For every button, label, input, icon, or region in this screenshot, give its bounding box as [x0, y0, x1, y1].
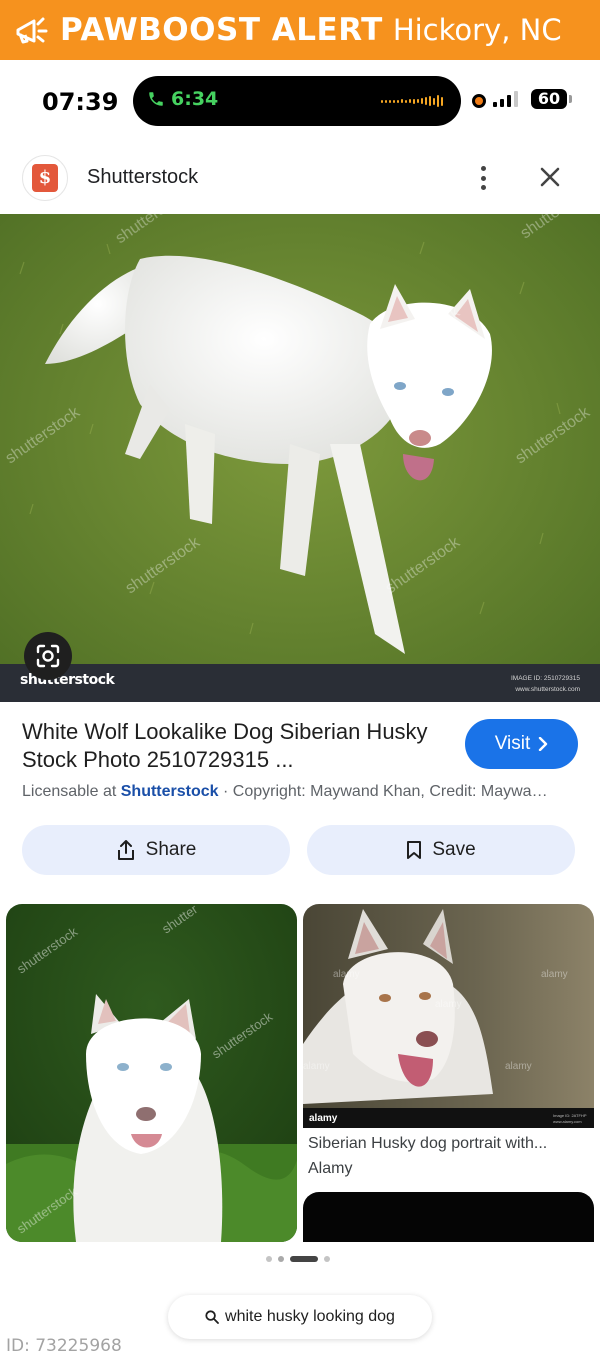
pawboost-banner: PAWBOOST ALERT Hickory, NC — [0, 0, 600, 60]
image-site: www.shutterstock.com — [515, 686, 580, 693]
svg-text:alamy: alamy — [541, 969, 568, 980]
svg-text:alamy: alamy — [435, 999, 462, 1010]
phone-icon — [149, 92, 163, 106]
license-credits: · Copyright: Maywand Khan, Credit: Maywa… — [218, 783, 548, 800]
shutterstock-icon[interactable]: $ — [22, 155, 68, 201]
share-label: Share — [145, 839, 197, 860]
svg-text:alamy: alamy — [309, 1113, 338, 1124]
bookmark-icon — [407, 841, 422, 859]
chevron-right-icon — [539, 737, 548, 751]
license-site-link[interactable]: Shutterstock — [121, 783, 219, 800]
pet-id: ID: 73225968 — [6, 1336, 122, 1356]
search-query-pill[interactable]: white husky looking dog — [168, 1295, 432, 1339]
audio-waveform-icon — [381, 95, 443, 107]
related-image-1[interactable]: shutterstock shutter shutterstock shutte… — [6, 904, 297, 1242]
related-2-source: Alamy — [308, 1160, 353, 1177]
battery-level: 60 — [537, 89, 561, 108]
recording-dot-icon — [472, 94, 486, 108]
banner-title: PAWBOOST ALERT — [60, 12, 383, 48]
search-icon — [205, 1310, 219, 1324]
save-button[interactable]: Save — [307, 825, 575, 875]
image-footer: shutterstock IMAGE ID: 2510729315 www.sh… — [0, 664, 600, 702]
search-query: white husky looking dog — [225, 1308, 395, 1325]
svg-text:www.alamy.com: www.alamy.com — [553, 1119, 582, 1124]
visit-button[interactable]: Visit — [465, 719, 578, 769]
close-icon[interactable] — [536, 163, 564, 191]
related-2-title[interactable]: Siberian Husky dog portrait with... — [308, 1135, 590, 1153]
signal-icon — [493, 91, 518, 107]
related-image-3[interactable] — [303, 1192, 594, 1242]
pager-dot-active — [290, 1256, 318, 1262]
lens-search-button[interactable] — [24, 632, 72, 680]
banner-location: Hickory, NC — [392, 13, 562, 47]
svg-text:alamy: alamy — [333, 969, 360, 980]
more-options-icon[interactable] — [470, 164, 496, 192]
source-header: $ Shutterstock — [0, 150, 600, 212]
svg-text:alamy: alamy — [303, 1061, 330, 1072]
result-title[interactable]: White Wolf Lookalike Dog Siberian Husky … — [22, 718, 442, 774]
license-prefix: Licensable at — [22, 783, 117, 800]
dynamic-island[interactable]: 6:34 — [133, 76, 461, 126]
carousel-pager — [266, 1256, 330, 1262]
battery-icon: 60 — [531, 89, 572, 109]
visit-label: Visit — [494, 733, 531, 754]
main-image[interactable]: shutterstock shutterstock shutterstock s… — [0, 214, 600, 702]
pager-dot — [278, 1256, 284, 1262]
share-button[interactable]: Share — [22, 825, 290, 875]
share-icon — [117, 840, 134, 860]
lens-icon — [36, 644, 60, 668]
call-indicator: 6:34 — [147, 88, 218, 110]
status-bar: 07:39 6:34 60 — [0, 60, 600, 140]
pager-dot — [266, 1256, 272, 1262]
source-name[interactable]: Shutterstock — [87, 166, 198, 189]
svg-text:Image ID: 2ATFHP: Image ID: 2ATFHP — [553, 1113, 587, 1118]
svg-text:alamy: alamy — [505, 1061, 532, 1072]
image-id-label: IMAGE ID: 2510729315 www.shutterstock.co… — [511, 673, 580, 695]
license-line: Licensable at Shutterstock · Copyright: … — [22, 783, 582, 801]
image-id: IMAGE ID: 2510729315 — [510, 675, 580, 682]
megaphone-icon — [8, 8, 52, 52]
call-timer: 6:34 — [171, 88, 219, 110]
save-label: Save — [432, 839, 476, 860]
related-image-2[interactable]: alamy Image ID: 2ATFHP www.alamy.com ala… — [303, 904, 594, 1128]
status-time: 07:39 — [42, 88, 119, 116]
pager-dot — [324, 1256, 330, 1262]
